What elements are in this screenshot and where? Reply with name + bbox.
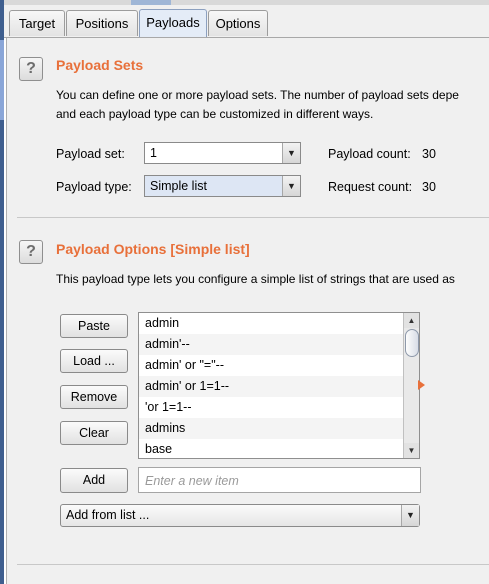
scroll-up-icon[interactable]: ▲	[404, 313, 419, 328]
add-button[interactable]: Add	[60, 468, 128, 493]
list-item[interactable]: 'or 1=1--	[139, 397, 419, 418]
list-scrollbar[interactable]: ▲ ▼	[403, 313, 419, 458]
new-item-input[interactable]	[143, 469, 417, 493]
help-icon[interactable]: ?	[19, 240, 43, 264]
new-item-field[interactable]	[138, 467, 421, 493]
list-item[interactable]: base	[139, 439, 419, 458]
tab-target[interactable]: Target	[9, 10, 65, 36]
payload-list[interactable]: admin admin'-- admin' or "="-- admin' or…	[138, 312, 420, 459]
chevron-down-icon[interactable]: ▼	[401, 505, 419, 526]
payload-options-title: Payload Options [Simple list]	[56, 241, 250, 257]
sub-tab-bar: Target Positions Payloads Options	[4, 5, 489, 38]
list-item[interactable]: admin	[139, 313, 419, 334]
load-button[interactable]: Load ...	[60, 349, 128, 373]
payload-type-value: Simple list	[150, 179, 207, 193]
payload-set-label: Payload set:	[56, 147, 125, 161]
payload-options-description: This payload type lets you configure a s…	[56, 272, 455, 286]
list-item[interactable]: admin' or 1=1--	[139, 376, 419, 397]
payload-type-select[interactable]: Simple list ▼	[144, 175, 301, 197]
payload-sets-description-line1: You can define one or more payload sets.…	[56, 88, 459, 102]
add-from-list-label: Add from list ...	[66, 508, 150, 522]
payload-count-label: Payload count:	[328, 147, 411, 161]
request-count-label: Request count:	[328, 180, 413, 194]
payload-type-label: Payload type:	[56, 180, 132, 194]
scroll-thumb[interactable]	[405, 329, 419, 357]
paste-button[interactable]: Paste	[60, 314, 128, 338]
request-count-value: 30	[422, 180, 436, 194]
payload-count-value: 30	[422, 147, 436, 161]
tab-payloads[interactable]: Payloads	[139, 9, 207, 37]
payload-sets-title: Payload Sets	[56, 57, 144, 73]
orange-arrow-icon[interactable]	[418, 380, 425, 390]
clear-button[interactable]: Clear	[60, 421, 128, 445]
payload-set-select[interactable]: 1 ▼	[144, 142, 301, 164]
add-from-list-select[interactable]: Add from list ... ▼	[60, 504, 420, 527]
chevron-down-icon[interactable]: ▼	[282, 143, 300, 163]
payload-sets-description-line2: and each payload type can be customized …	[56, 107, 374, 121]
payload-set-value: 1	[150, 146, 157, 160]
list-item[interactable]: admin'--	[139, 334, 419, 355]
section-divider	[17, 217, 489, 218]
list-item[interactable]: admin' or "="--	[139, 355, 419, 376]
section-divider	[17, 564, 489, 565]
remove-button[interactable]: Remove	[60, 385, 128, 409]
chevron-down-icon[interactable]: ▼	[282, 176, 300, 196]
payloads-panel: ? Payload Sets You can define one or mor…	[6, 38, 489, 584]
list-item[interactable]: admins	[139, 418, 419, 439]
scroll-down-icon[interactable]: ▼	[404, 443, 419, 458]
tab-positions[interactable]: Positions	[66, 10, 138, 36]
left-window-strip	[0, 0, 4, 584]
help-icon[interactable]: ?	[19, 57, 43, 81]
tab-options[interactable]: Options	[208, 10, 268, 36]
